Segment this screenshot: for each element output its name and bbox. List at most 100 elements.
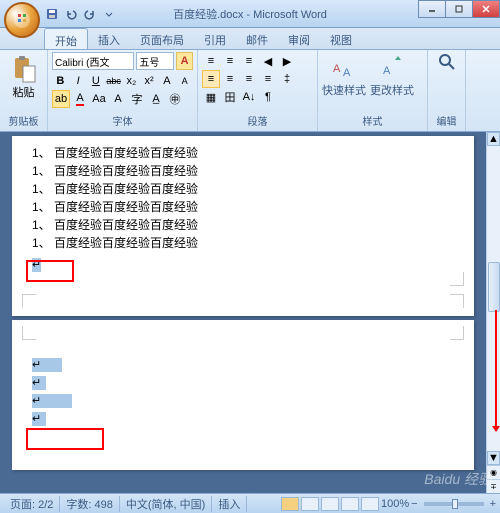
line-spacing-button[interactable]: ‡ xyxy=(278,70,296,88)
status-words[interactable]: 字数: 498 xyxy=(60,496,119,512)
char-shading-button[interactable]: 字 xyxy=(128,90,146,108)
undo-icon[interactable] xyxy=(63,6,79,22)
quick-access-toolbar xyxy=(44,6,117,22)
clear-format-icon[interactable]: A xyxy=(176,52,193,70)
page-1[interactable]: 1、 百度经验百度经验百度经验 1、 百度经验百度经验百度经验 1、 百度经验百… xyxy=(12,136,474,316)
paragraph-label: 段落 xyxy=(202,112,313,129)
tab-references[interactable]: 引用 xyxy=(194,28,236,49)
group-editing: 编辑 xyxy=(428,50,466,131)
change-styles-button[interactable]: A 更改样式 xyxy=(370,52,414,98)
title-bar: 百度经验.docx - Microsoft Word xyxy=(0,0,500,28)
page-corner xyxy=(22,294,36,308)
scroll-down-button[interactable]: ▼ xyxy=(487,451,500,465)
align-right-button[interactable]: ≡ xyxy=(240,70,258,88)
char-border-button[interactable]: A xyxy=(109,90,127,108)
zoom-slider[interactable] xyxy=(424,502,484,506)
view-outline[interactable] xyxy=(341,497,359,511)
font-name-select[interactable]: Calibri (西文 xyxy=(52,52,134,70)
justify-button[interactable]: ≡ xyxy=(259,70,277,88)
zoom-out-button[interactable]: − xyxy=(411,498,417,510)
numbering-button[interactable]: ≡ xyxy=(221,52,239,70)
phonetic-button[interactable]: A̲ xyxy=(147,90,165,108)
tab-layout[interactable]: 页面布局 xyxy=(130,28,194,49)
sort-button[interactable]: A↓ xyxy=(240,88,258,106)
bold-button[interactable]: B xyxy=(52,72,69,90)
tab-review[interactable]: 审阅 xyxy=(278,28,320,49)
highlight-button[interactable]: ab xyxy=(52,90,70,108)
scroll-thumb[interactable] xyxy=(488,262,500,312)
tab-insert[interactable]: 插入 xyxy=(88,28,130,49)
font-label: 字体 xyxy=(52,112,193,129)
indent-inc-button[interactable]: ▶ xyxy=(278,52,296,70)
status-bar: 页面: 2/2 字数: 498 中文(简体, 中国) 插入 100% − + xyxy=(0,493,500,513)
tab-mailings[interactable]: 邮件 xyxy=(236,28,278,49)
view-print-layout[interactable] xyxy=(281,497,299,511)
bullets-button[interactable]: ≡ xyxy=(202,52,220,70)
zoom-slider-thumb[interactable] xyxy=(452,499,458,509)
doc-line: 1、 百度经验百度经验百度经验 xyxy=(32,162,454,180)
maximize-button[interactable] xyxy=(445,0,473,18)
subscript-button[interactable]: x₂ xyxy=(123,72,140,90)
change-case-button[interactable]: Aa xyxy=(90,90,108,108)
italic-button[interactable]: I xyxy=(70,72,87,90)
quick-styles-button[interactable]: AA 快速样式 xyxy=(322,52,366,98)
minimize-button[interactable] xyxy=(418,0,446,18)
page-2[interactable]: ↵ ↵ ↵ ↵ xyxy=(12,320,474,470)
page-corner xyxy=(22,326,36,340)
align-center-button[interactable]: ≡ xyxy=(221,70,239,88)
page-corner xyxy=(450,294,464,308)
superscript-button[interactable]: x² xyxy=(141,72,158,90)
zoom-level[interactable]: 100% xyxy=(381,498,409,510)
group-paragraph: ≡ ≡ ≡ ◀ ▶ ≡ ≡ ≡ ≡ ‡ ▦ 田 A↓ ¶ 段落 xyxy=(198,50,318,131)
borders-button[interactable]: 田 xyxy=(221,88,239,106)
underline-button[interactable]: U xyxy=(88,72,105,90)
group-styles: AA 快速样式 A 更改样式 样式 xyxy=(318,50,428,131)
doc-line: 1、 百度经验百度经验百度经验 xyxy=(32,198,454,216)
tab-view[interactable]: 视图 xyxy=(320,28,362,49)
annotation-arrow xyxy=(495,310,497,430)
view-web-layout[interactable] xyxy=(321,497,339,511)
watermark: Baidu 经验 xyxy=(424,469,492,489)
group-clipboard: 粘贴 剪贴板 xyxy=(0,50,48,131)
shrink-font-button[interactable]: A xyxy=(176,72,193,90)
multilevel-button[interactable]: ≡ xyxy=(240,52,258,70)
qat-dropdown-icon[interactable] xyxy=(101,6,117,22)
find-icon[interactable] xyxy=(437,52,457,72)
status-lang[interactable]: 中文(简体, 中国) xyxy=(120,496,212,512)
show-marks-button[interactable]: ¶ xyxy=(259,88,277,106)
strike-button[interactable]: abc xyxy=(105,72,122,90)
grow-font-button[interactable]: A xyxy=(159,72,176,90)
svg-text:A: A xyxy=(343,67,351,79)
group-font: Calibri (西文 五号 A B I U abc x₂ x² A A ab … xyxy=(48,50,198,131)
view-draft[interactable] xyxy=(361,497,379,511)
selection-mark: ↵ xyxy=(32,358,62,372)
status-mode[interactable]: 插入 xyxy=(212,496,247,512)
align-left-button[interactable]: ≡ xyxy=(202,70,220,88)
selection-mark: ↵ xyxy=(32,376,46,390)
font-color-button[interactable]: A xyxy=(71,90,89,108)
close-button[interactable] xyxy=(472,0,500,18)
save-icon[interactable] xyxy=(44,6,60,22)
annotation-box xyxy=(26,428,104,450)
zoom-in-button[interactable]: + xyxy=(490,498,496,510)
indent-dec-button[interactable]: ◀ xyxy=(259,52,277,70)
styles-label: 样式 xyxy=(322,112,423,129)
paste-button[interactable]: 粘贴 xyxy=(4,52,43,102)
doc-line: 1、 百度经验百度经验百度经验 xyxy=(32,180,454,198)
svg-text:A: A xyxy=(333,63,341,75)
doc-line: 1、 百度经验百度经验百度经验 xyxy=(32,216,454,234)
scroll-up-button[interactable]: ▲ xyxy=(487,132,500,146)
shading-button[interactable]: ▦ xyxy=(202,88,220,106)
page-corner xyxy=(450,326,464,340)
tab-home[interactable]: 开始 xyxy=(44,28,88,49)
status-page[interactable]: 页面: 2/2 xyxy=(4,496,60,512)
office-button[interactable] xyxy=(4,2,40,38)
enclose-button[interactable]: ㊥ xyxy=(166,90,184,108)
page-corner xyxy=(450,272,464,286)
font-size-select[interactable]: 五号 xyxy=(136,52,174,70)
svg-text:A: A xyxy=(383,65,391,77)
vertical-scrollbar[interactable]: ▲ ▼ ◉ ∓ xyxy=(486,132,500,493)
ribbon-tabs: 开始 插入 页面布局 引用 邮件 审阅 视图 xyxy=(0,28,500,50)
redo-icon[interactable] xyxy=(82,6,98,22)
view-full-screen[interactable] xyxy=(301,497,319,511)
